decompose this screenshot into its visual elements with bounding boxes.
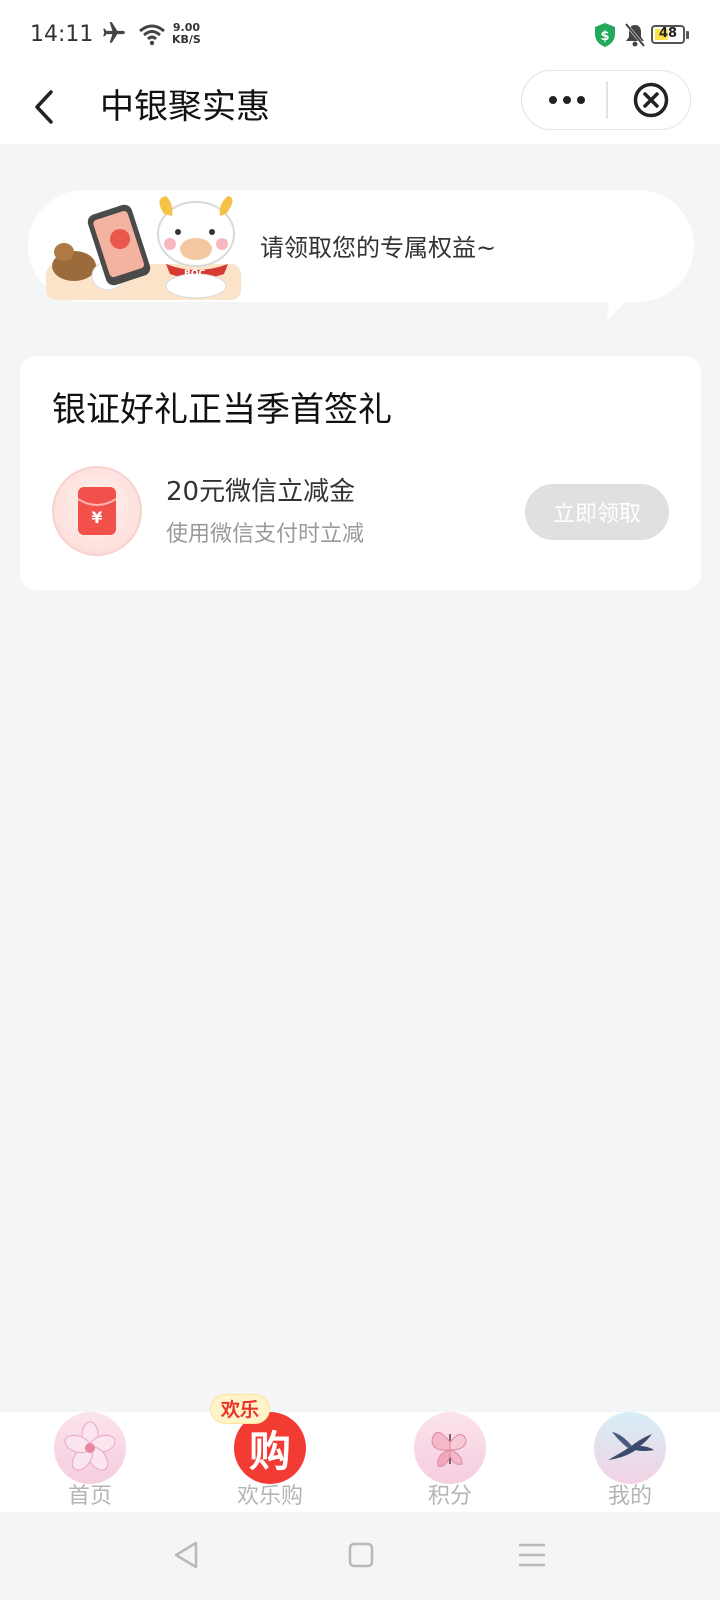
red-envelope-icon: ¥ bbox=[52, 466, 142, 556]
banner-tail bbox=[600, 292, 640, 332]
tab-home[interactable]: 首页 bbox=[30, 1412, 150, 1512]
banner-text: 请领取您的专属权益~ bbox=[260, 234, 497, 262]
gift-card: 银证好礼正当季首签礼 ¥ 20元微信立减金 使用微信支付时立减 立即领取 bbox=[20, 356, 701, 590]
more-button[interactable] bbox=[532, 71, 602, 129]
back-button[interactable] bbox=[24, 84, 64, 130]
triangle-back-icon bbox=[174, 1541, 198, 1569]
sakura-icon bbox=[54, 1412, 126, 1484]
more-dots-icon bbox=[549, 96, 585, 104]
close-button[interactable] bbox=[616, 71, 686, 129]
menu-lines-icon bbox=[518, 1543, 546, 1567]
coupon-description: 使用微信支付时立减 bbox=[166, 522, 365, 547]
tab-bar: 首页 购 欢乐 欢乐购 积分 我的 bbox=[0, 1394, 720, 1512]
tab-label: 首页 bbox=[67, 1484, 112, 1509]
bell-muted-icon bbox=[624, 22, 646, 52]
battery-nub bbox=[686, 31, 689, 39]
battery-level: 48 bbox=[658, 26, 678, 41]
tab-shop[interactable]: 购 欢乐 欢乐购 bbox=[210, 1394, 330, 1512]
shield-icon: $ bbox=[594, 22, 616, 52]
tab-points[interactable]: 积分 bbox=[390, 1412, 510, 1512]
net-speed: 9.00 KB/S bbox=[172, 22, 201, 46]
system-menu-button[interactable] bbox=[518, 1542, 546, 1572]
mini-program-capsule bbox=[521, 70, 691, 130]
capsule-divider bbox=[606, 81, 608, 119]
claim-button[interactable]: 立即领取 bbox=[525, 484, 669, 540]
mascot-text: BOC bbox=[184, 269, 206, 279]
battery-icon: 48 bbox=[651, 25, 689, 44]
tab-label: 我的 bbox=[607, 1484, 652, 1509]
chevron-left-icon bbox=[35, 90, 53, 124]
status-bar: 14:11 9.00 KB/S $ 48 bbox=[0, 0, 720, 70]
wifi-icon bbox=[138, 24, 166, 50]
system-nav-bar bbox=[0, 1512, 720, 1600]
coupon-name: 20元微信立减金 bbox=[166, 477, 356, 507]
shop-icon-char: 购 bbox=[248, 1426, 291, 1476]
net-speed-unit: KB/S bbox=[172, 33, 201, 46]
close-circle-icon bbox=[633, 82, 669, 118]
welcome-banner: BOC 请领取您的专属权益~ bbox=[28, 190, 694, 302]
tab-label: 欢乐购 bbox=[236, 1484, 303, 1509]
yuan-symbol: ¥ bbox=[91, 508, 102, 527]
system-home-button[interactable] bbox=[348, 1542, 374, 1572]
svg-text:$: $ bbox=[600, 29, 609, 44]
tab-mine[interactable]: 我的 bbox=[570, 1412, 690, 1512]
card-title: 银证好礼正当季首签礼 bbox=[52, 390, 392, 430]
system-back-button[interactable] bbox=[172, 1540, 200, 1574]
nav-bar: 中银聚实惠 bbox=[0, 70, 720, 144]
shop-badge: 欢乐 bbox=[210, 1394, 271, 1424]
swallow-icon bbox=[594, 1412, 666, 1484]
page-title: 中银聚实惠 bbox=[100, 87, 270, 127]
square-home-icon bbox=[348, 1542, 374, 1568]
mascot-illustration: BOC bbox=[46, 194, 246, 304]
tab-label: 积分 bbox=[427, 1484, 472, 1509]
butterfly-icon bbox=[414, 1412, 486, 1484]
status-time: 14:11 bbox=[30, 22, 94, 47]
airplane-icon bbox=[100, 20, 128, 50]
